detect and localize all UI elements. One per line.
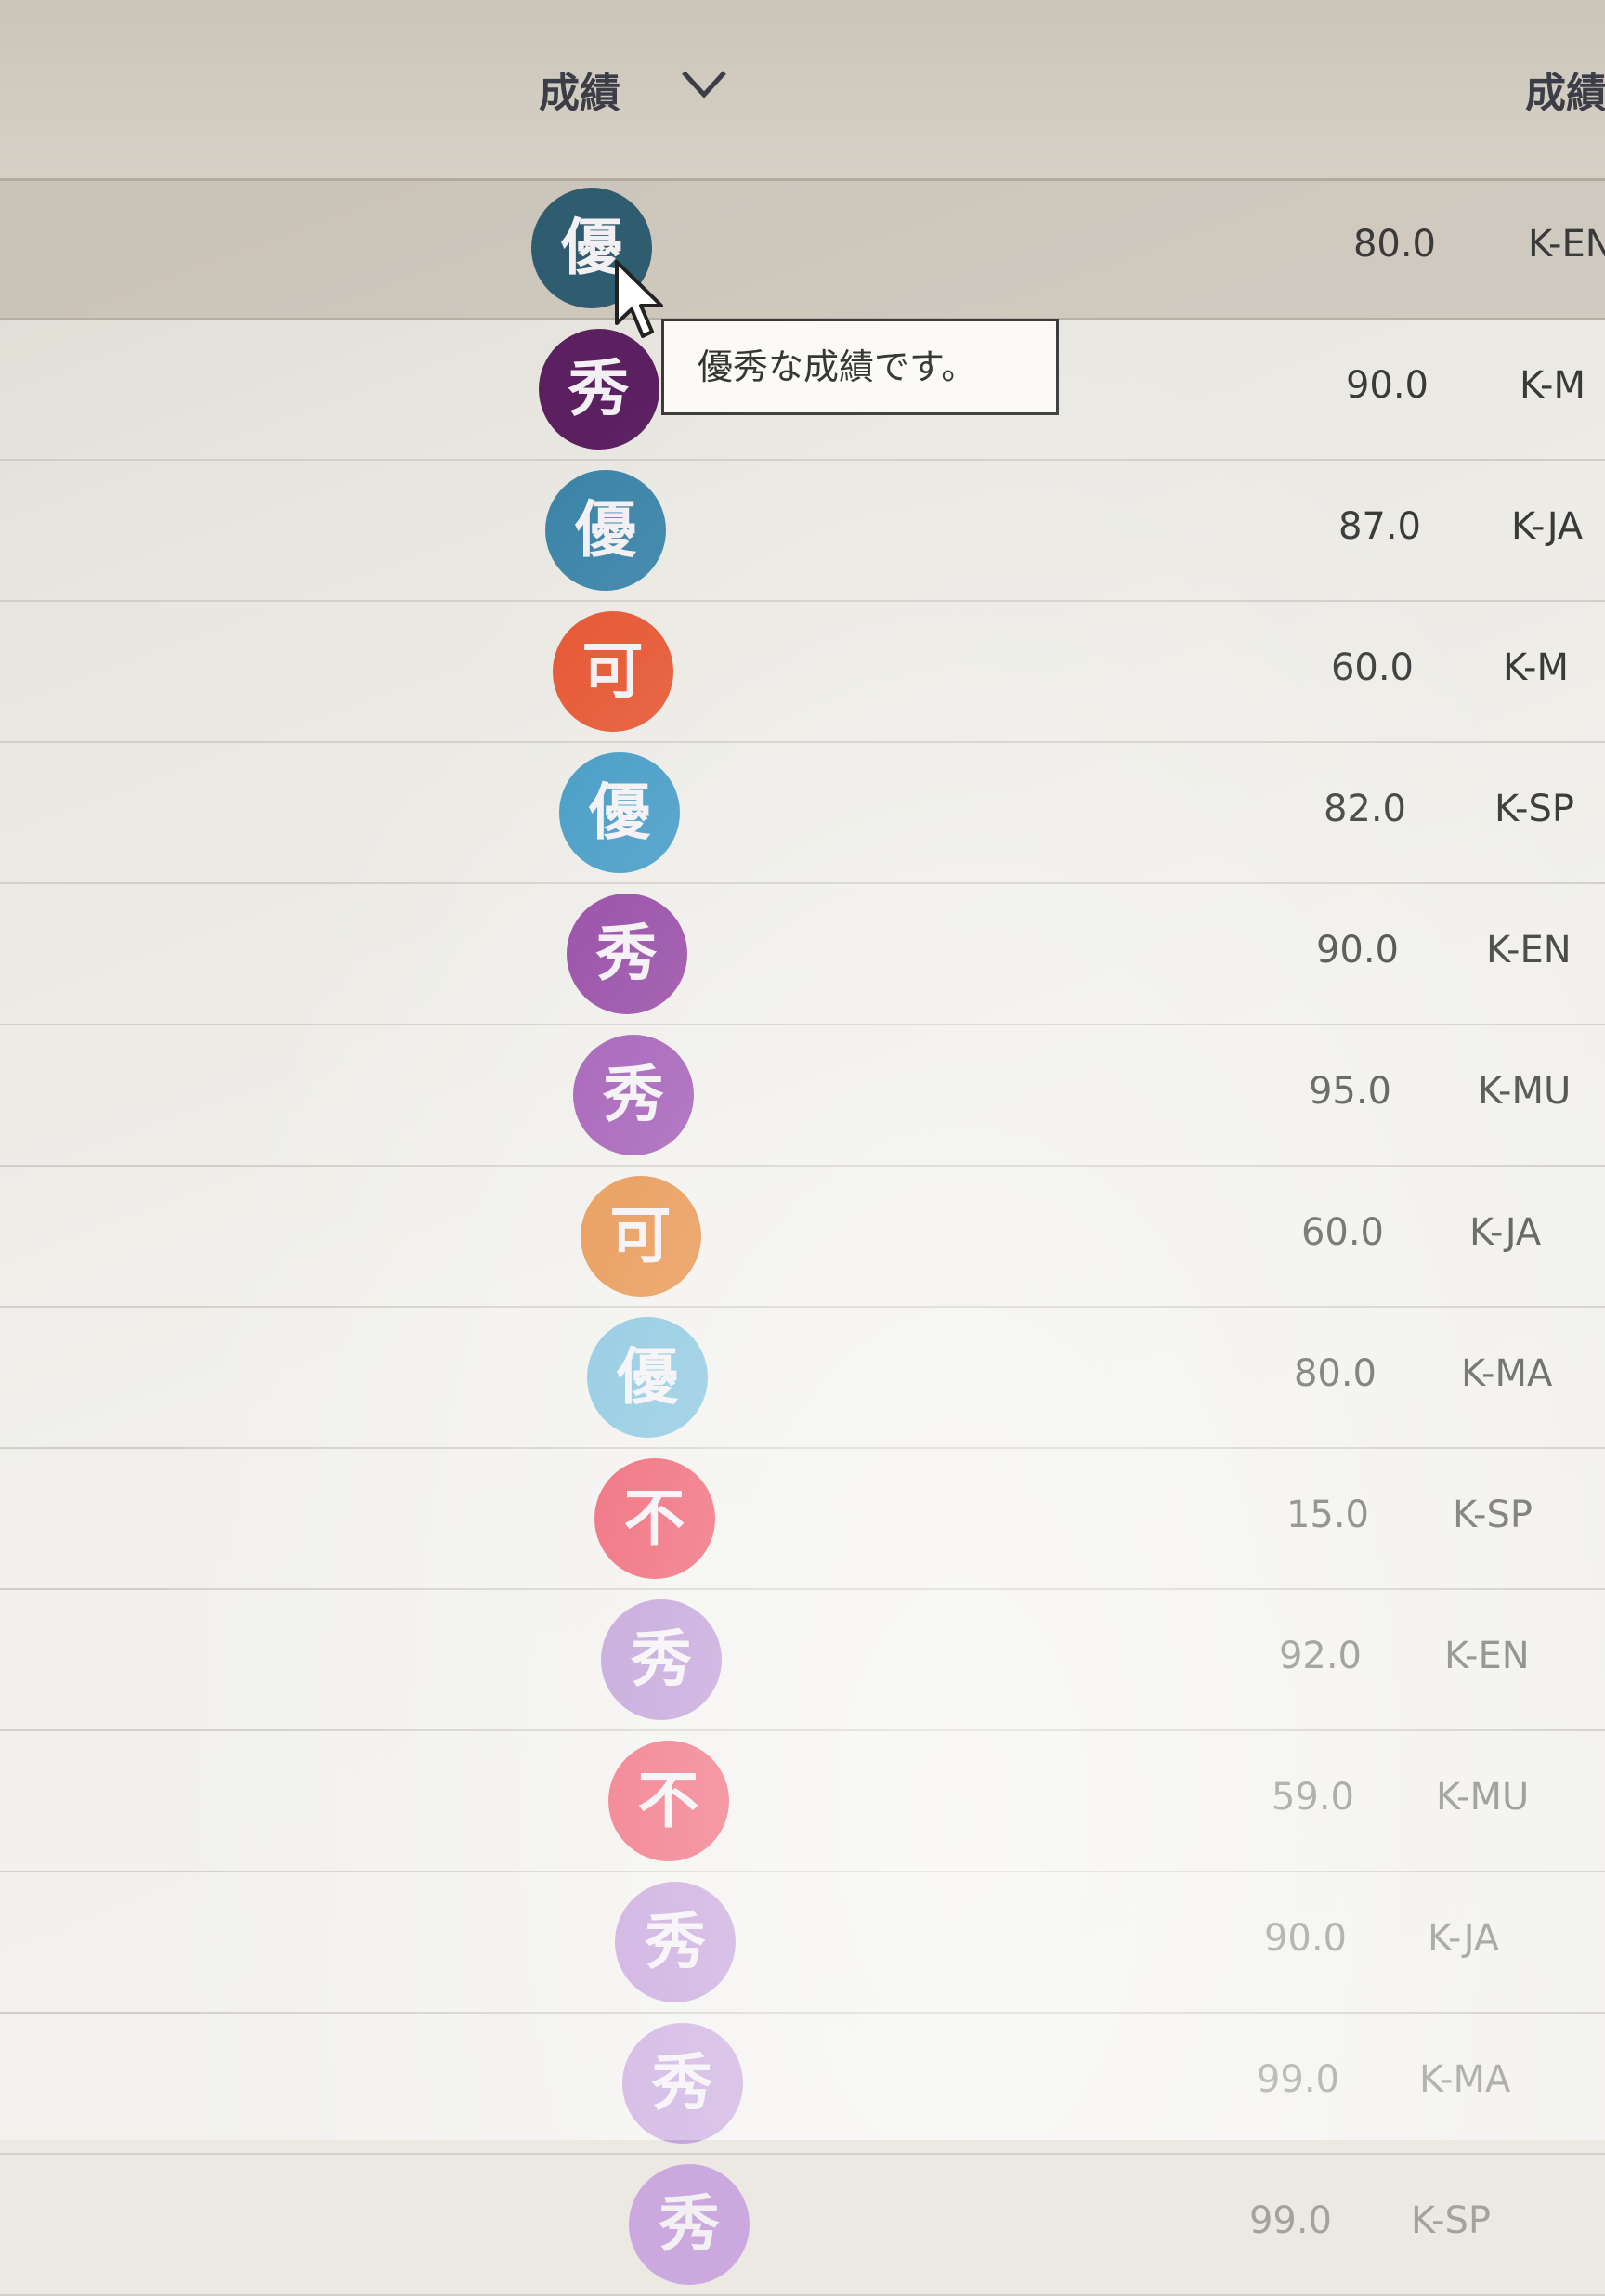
score-cell: 92.0 (1278, 1635, 1362, 1677)
table-row[interactable]: 秀 99.0 K-MA (0, 2014, 1605, 2155)
score-cell: 99.0 (1256, 2058, 1339, 2101)
grade-badge[interactable]: 優 (559, 752, 680, 873)
table-row[interactable]: 可 60.0 K-M (0, 602, 1605, 743)
score-cell: 87.0 (1338, 505, 1421, 548)
table-row[interactable]: 秀 95.0 K-MU (0, 1025, 1605, 1167)
course-code-cell: K-EN (1528, 223, 1605, 266)
course-code-cell: K-SP (1411, 2199, 1491, 2242)
grade-badge[interactable]: 秀 (601, 1599, 722, 1720)
course-code-cell: K-SP (1494, 788, 1574, 830)
table-row[interactable]: 秀 90.0 K-EN (0, 884, 1605, 1025)
grade-badge[interactable]: 可 (580, 1176, 701, 1297)
grade-badge[interactable]: 秀 (615, 1882, 736, 2002)
score-cell: 82.0 (1323, 788, 1406, 830)
score-cell: 60.0 (1300, 1211, 1384, 1254)
table-row[interactable]: 秀 90.0 K-JA (0, 1872, 1605, 2014)
score-cell: 90.0 (1345, 364, 1429, 407)
table-row[interactable]: 優 87.0 K-JA (0, 461, 1605, 602)
column-header-score[interactable]: 成績 (1525, 59, 1605, 119)
table-row[interactable]: 優 80.0 K-EN (0, 178, 1605, 320)
score-cell: 90.0 (1315, 929, 1399, 972)
grade-badge[interactable]: 秀 (573, 1035, 694, 1155)
grade-tooltip: 優秀な成績です。 (661, 319, 1059, 415)
mouse-cursor-icon (615, 260, 663, 338)
grade-badge[interactable]: 秀 (538, 329, 659, 450)
grade-badge[interactable]: 不 (594, 1458, 715, 1579)
grade-badge[interactable]: 不 (607, 1741, 729, 1861)
course-code-cell: K-MU (1436, 1776, 1530, 1819)
course-code-cell: K-EN (1486, 929, 1572, 972)
score-cell: 95.0 (1308, 1070, 1391, 1113)
grade-badge[interactable]: 可 (552, 611, 673, 732)
grade-badge[interactable]: 秀 (621, 2023, 743, 2144)
table-row[interactable]: 秀 99.0 K-SP (0, 2155, 1605, 2296)
score-cell: 15.0 (1285, 1494, 1369, 1536)
table-row[interactable]: 優 82.0 K-SP (0, 743, 1605, 884)
grade-badge[interactable]: 秀 (566, 894, 687, 1014)
table-row[interactable]: 優 80.0 K-MA (0, 1308, 1605, 1449)
course-code-cell: K-MU (1478, 1070, 1572, 1113)
screen: 成績 成績 優 80.0 K-EN 秀 90.0 K-M 優 87.0 K-JA 可 60.0 K-M… (0, 0, 1605, 2296)
course-code-cell: K-M (1503, 646, 1569, 689)
column-header-grade[interactable]: 成績 (539, 59, 620, 119)
score-cell: 59.0 (1271, 1776, 1354, 1819)
score-cell: 80.0 (1352, 223, 1436, 266)
course-code-cell: K-EN (1444, 1635, 1530, 1677)
chevron-down-icon[interactable] (678, 65, 730, 102)
grade-badge[interactable]: 優 (545, 470, 666, 591)
table-row[interactable]: 可 60.0 K-JA (0, 1167, 1605, 1308)
course-code-cell: K-SP (1453, 1494, 1533, 1536)
table-row[interactable]: 秀 92.0 K-EN (0, 1590, 1605, 1731)
course-code-cell: K-M (1520, 364, 1585, 407)
course-code-cell: K-JA (1428, 1917, 1500, 1960)
course-code-cell: K-JA (1469, 1211, 1542, 1254)
course-code-cell: K-MA (1461, 1352, 1553, 1395)
score-cell: 90.0 (1263, 1917, 1347, 1960)
score-cell: 99.0 (1248, 2199, 1332, 2242)
course-code-cell: K-JA (1511, 505, 1584, 548)
table-row[interactable]: 不 59.0 K-MU (0, 1731, 1605, 1872)
score-cell: 60.0 (1330, 646, 1414, 689)
grade-badge[interactable]: 優 (587, 1317, 708, 1438)
table-row[interactable]: 不 15.0 K-SP (0, 1449, 1605, 1590)
score-cell: 80.0 (1293, 1352, 1377, 1395)
table-header: 成績 成績 (0, 0, 1605, 181)
grade-badge[interactable]: 秀 (629, 2164, 750, 2285)
course-code-cell: K-MA (1419, 2058, 1511, 2101)
